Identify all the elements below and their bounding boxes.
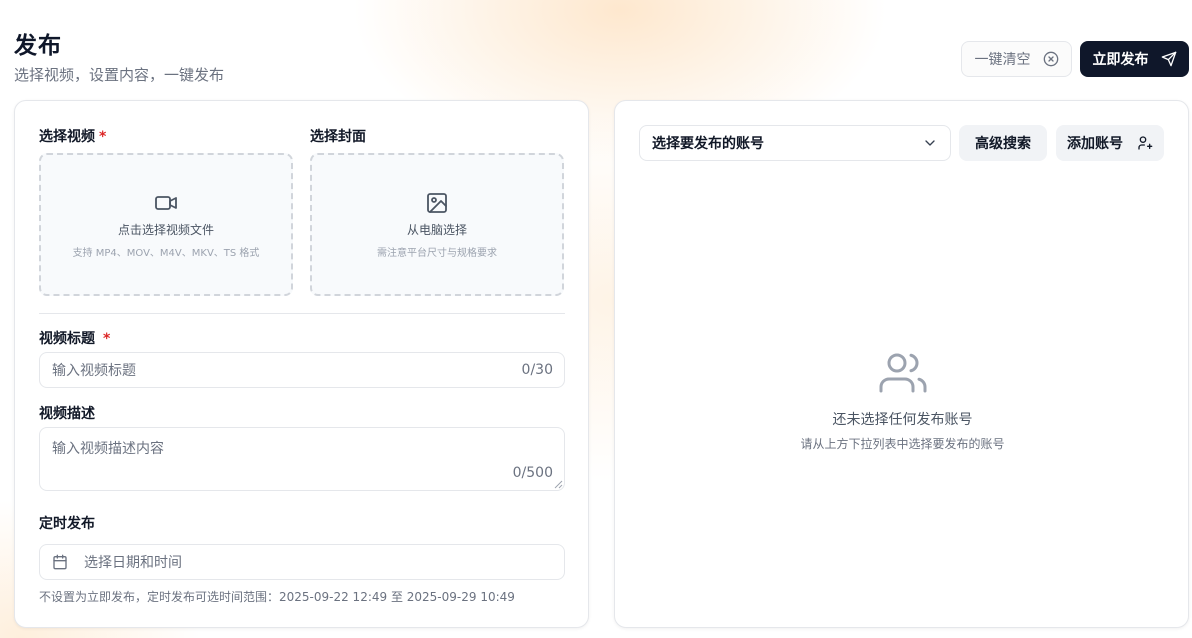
video-description-textarea[interactable]: 输入视频描述内容 0/500	[39, 427, 565, 491]
account-select-dropdown[interactable]: 选择要发布的账号	[639, 125, 951, 161]
video-label-text: 选择视频	[39, 129, 95, 145]
video-upload-title: 点击选择视频文件	[117, 222, 214, 237]
clear-all-button[interactable]: 一键清空	[961, 41, 1072, 77]
resize-handle-icon[interactable]	[554, 480, 563, 489]
cover-upload-title: 从电脑选择	[406, 222, 467, 237]
required-mark: *	[99, 129, 107, 145]
user-plus-icon	[1138, 136, 1153, 150]
page-header: 发布 选择视频，设置内容，一键发布	[14, 26, 224, 85]
clear-all-label: 一键清空	[974, 52, 1031, 68]
empty-state-hint: 请从上方下拉列表中选择要发布的账号	[800, 437, 1005, 451]
cover-upload-area[interactable]: 从电脑选择 需注意平台尺寸与规格要求	[310, 153, 564, 296]
calendar-icon	[53, 554, 67, 570]
video-description-placeholder: 输入视频描述内容	[52, 441, 164, 457]
video-section-label: 选择视频 *	[39, 126, 106, 146]
schedule-hint: 不设置为立即发布，定时发布可选时间范围：2025-09-22 12:49 至 2…	[39, 590, 515, 604]
video-camera-icon	[155, 195, 177, 210]
advanced-search-label: 高级搜索	[975, 136, 1031, 152]
video-upload-hint: 支持 MP4、MOV、M4V、MKV、TS 格式	[72, 247, 260, 259]
image-icon	[427, 192, 447, 213]
video-title-input[interactable]: 输入视频标题 0/30	[39, 352, 565, 388]
chevron-down-icon	[925, 140, 935, 146]
page-title: 发布	[14, 33, 62, 59]
title-char-counter: 0/30	[521, 362, 553, 378]
send-icon	[1161, 51, 1176, 67]
empty-state-title: 还未选择任何发布账号	[832, 412, 973, 428]
description-char-counter: 0/500	[512, 465, 553, 481]
schedule-placeholder: 选择日期和时间	[84, 555, 182, 571]
x-circle-icon	[1043, 51, 1058, 67]
cover-section-label: 选择封面	[310, 129, 366, 145]
video-upload-area[interactable]: 点击选择视频文件 支持 MP4、MOV、M4V、MKV、TS 格式	[39, 153, 293, 296]
description-section-label: 视频描述	[39, 406, 95, 422]
advanced-search-button[interactable]: 高级搜索	[959, 125, 1047, 161]
users-icon	[879, 353, 926, 393]
schedule-datetime-input[interactable]: 选择日期和时间	[39, 544, 565, 580]
title-section-label: 视频标题 *	[39, 328, 110, 348]
publish-now-label: 立即发布	[1092, 52, 1149, 68]
account-select-label: 选择要发布的账号	[652, 136, 764, 152]
title-label-text: 视频标题	[39, 331, 95, 347]
add-account-button[interactable]: 添加账号	[1056, 125, 1164, 161]
empty-state: 还未选择任何发布账号 请从上方下拉列表中选择要发布的账号	[615, 349, 1190, 452]
video-title-placeholder: 输入视频标题	[52, 363, 136, 379]
required-mark: *	[103, 331, 111, 347]
page-subtitle: 选择视频，设置内容，一键发布	[14, 66, 225, 84]
add-account-label: 添加账号	[1067, 136, 1123, 152]
section-divider	[39, 313, 565, 314]
publish-now-button[interactable]: 立即发布	[1080, 41, 1189, 77]
publish-form-card: 选择视频 * 选择封面 点击选择视频文件 支持 MP4、MOV、M4V、MKV、T…	[14, 100, 589, 628]
schedule-section-label: 定时发布	[39, 516, 95, 532]
cover-upload-hint: 需注意平台尺寸与规格要求	[377, 247, 497, 259]
account-selection-card: 选择要发布的账号 高级搜索 添加账号 还未选择任何发布账号 请从上方下拉列表中选…	[614, 100, 1189, 628]
